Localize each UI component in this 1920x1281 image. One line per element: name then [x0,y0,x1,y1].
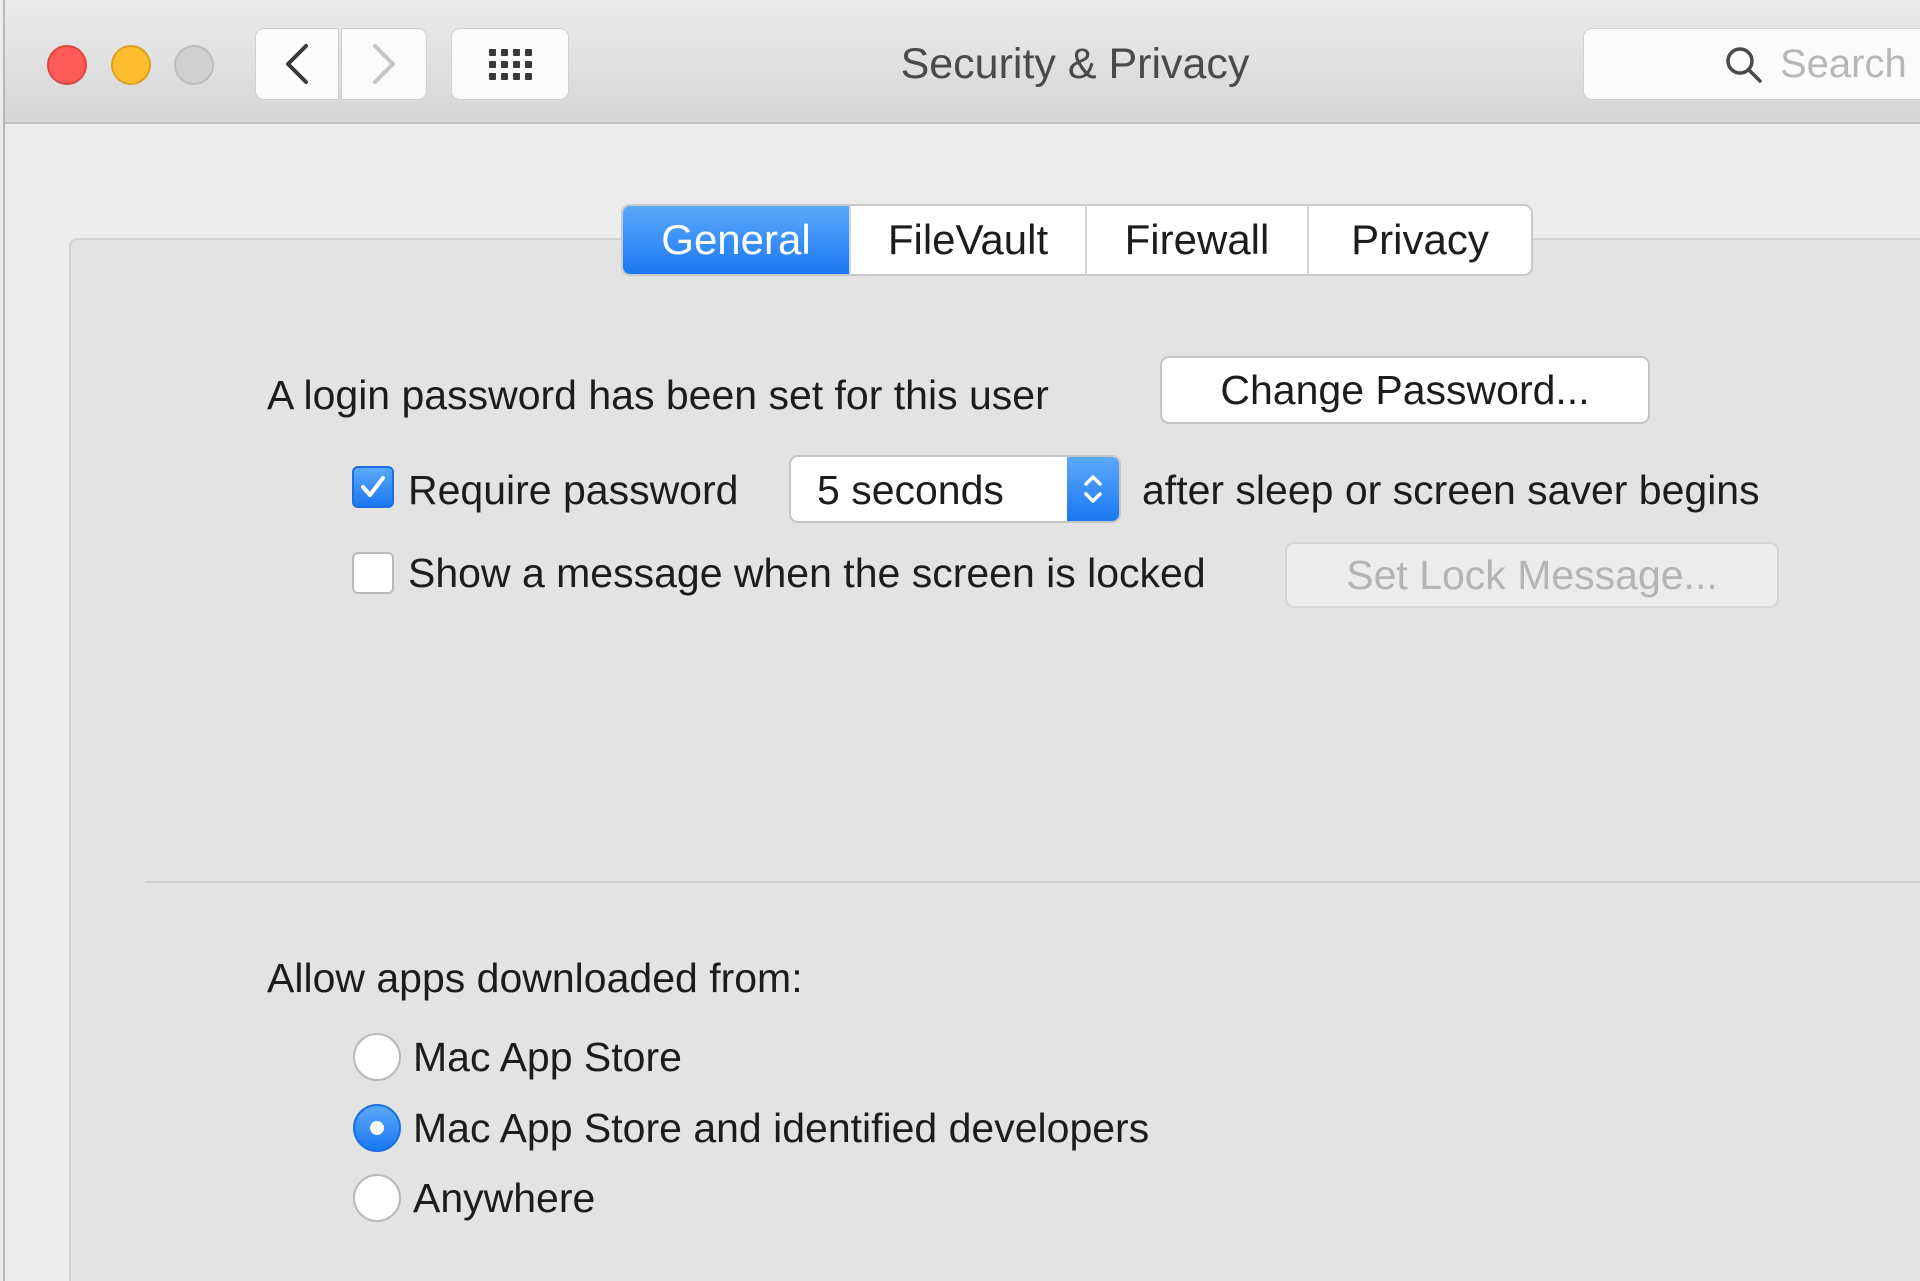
stepper-arrows-icon [1067,457,1119,521]
password-delay-value: 5 seconds [817,467,1004,513]
chevron-left-icon [286,44,308,84]
preferences-window: Security & Privacy General FileVault Fir… [3,0,1920,1281]
allow-apps-heading: Allow apps downloaded from: [267,955,803,1001]
require-password-label: Require password [408,467,739,513]
change-password-button[interactable]: Change Password... [1160,356,1650,424]
tab-bar: General FileVault Firewall Privacy [621,204,1533,276]
radio-label-identified-developers: Mac App Store and identified developers [413,1105,1150,1151]
show-all-button[interactable] [451,28,569,100]
minimize-window-button[interactable] [111,45,151,85]
section-divider [145,881,1920,883]
show-all-grid-icon [488,48,532,80]
password-status-label: A login password has been set for this u… [267,372,1049,418]
search-field[interactable] [1583,28,1920,100]
radio-label-mac-app-store: Mac App Store [413,1034,682,1080]
forward-button[interactable] [341,28,427,100]
chevron-right-icon [373,44,395,84]
window-title: Security & Privacy [900,40,1250,88]
tab-general[interactable]: General [623,206,851,274]
close-window-button[interactable] [47,45,87,85]
title-bar: Security & Privacy [5,0,1920,124]
password-delay-select[interactable]: 5 seconds [789,455,1121,523]
checkmark-icon [361,476,385,497]
require-password-checkbox[interactable] [352,466,394,508]
require-password-suffix: after sleep or screen saver begins [1142,467,1760,513]
back-button[interactable] [255,28,339,100]
radio-identified-developers[interactable] [353,1104,401,1152]
tab-privacy[interactable]: Privacy [1309,206,1531,274]
tab-firewall[interactable]: Firewall [1087,206,1309,274]
radio-selected-dot [370,1121,384,1135]
search-input[interactable] [1780,39,1920,89]
tab-filevault[interactable]: FileVault [851,206,1087,274]
lock-message-label: Show a message when the screen is locked [408,550,1206,596]
radio-anywhere[interactable] [353,1174,401,1222]
lock-message-checkbox[interactable] [352,552,394,594]
zoom-window-button [174,45,214,85]
radio-mac-app-store[interactable] [353,1033,401,1081]
radio-label-anywhere: Anywhere [413,1175,596,1221]
set-lock-message-button: Set Lock Message... [1285,542,1779,608]
search-icon [1726,47,1762,83]
